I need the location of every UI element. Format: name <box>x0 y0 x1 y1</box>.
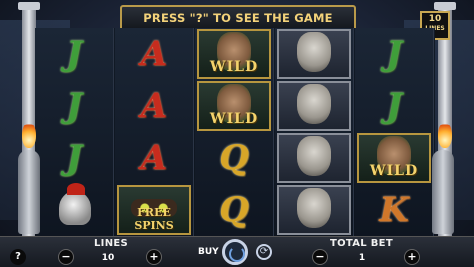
torch-flame-right <box>438 122 452 148</box>
symbol-a: A <box>117 133 191 183</box>
symbol-letter: K <box>379 190 409 230</box>
statue-face-icon <box>297 84 331 124</box>
lines-minus-button[interactable]: − <box>58 249 74 265</box>
buy-button[interactable]: BUY <box>198 247 219 257</box>
bet-plus-button[interactable]: + <box>404 249 420 265</box>
symbol-j: J <box>357 81 431 131</box>
symbol-statue <box>277 133 351 183</box>
wild-label: WILD <box>209 111 259 127</box>
help-button[interactable]: ? <box>10 249 26 265</box>
wild-label: WILD <box>209 59 259 75</box>
symbol-letter: A <box>140 138 168 178</box>
total-bet-value: 1 <box>358 253 366 263</box>
symbol-medusa-wild: WILD <box>197 29 271 79</box>
total-bet-label: TOTAL BET <box>330 238 393 249</box>
statue-right <box>432 150 454 234</box>
bet-minus-button[interactable]: − <box>312 249 328 265</box>
reel-grid: J J J A A A FREE SPINS WILD WILD Q Q J J WILD K <box>35 28 435 236</box>
autoplay-button[interactable]: ⟳ <box>256 244 272 260</box>
lines-plus-button[interactable]: + <box>146 249 162 265</box>
statue-face-icon <box>297 32 331 72</box>
spin-button[interactable] <box>222 239 248 265</box>
statue-face-icon <box>297 136 331 176</box>
symbol-j: J <box>37 133 111 183</box>
symbol-medusa-wild: WILD <box>197 81 271 131</box>
symbol-letter: A <box>140 86 168 126</box>
torch-flame-left <box>22 122 36 148</box>
lines-value: 10 <box>101 253 115 263</box>
spartan-helmet-icon <box>59 183 91 225</box>
symbol-free-spins: FREE SPINS <box>117 185 191 235</box>
wild-label: WILD <box>369 163 419 179</box>
symbol-a: A <box>117 81 191 131</box>
symbol-k: K <box>357 185 431 235</box>
symbol-q: Q <box>197 133 271 183</box>
reel-3: WILD WILD Q Q <box>195 28 274 236</box>
symbol-j: J <box>37 81 111 131</box>
symbol-letter: Q <box>219 138 249 178</box>
symbol-letter: J <box>65 138 83 178</box>
lines-badge-number: 10 <box>428 14 442 24</box>
reel-5: J J WILD K <box>355 28 434 236</box>
reel-1: JJJ <box>35 28 114 236</box>
symbol-j: J <box>357 29 431 79</box>
symbol-j: J <box>37 29 111 79</box>
symbol-helmet <box>37 183 111 235</box>
statue-face-icon <box>297 188 331 228</box>
symbol-statue <box>277 185 351 235</box>
statue-left <box>18 150 40 234</box>
symbol-letter: J <box>65 34 83 74</box>
symbol-a: A <box>117 29 191 79</box>
symbol-statue <box>277 81 351 131</box>
symbol-letter: A <box>140 34 168 74</box>
reel-4 <box>275 28 354 236</box>
symbol-letter: J <box>65 86 83 126</box>
symbol-q: Q <box>197 185 271 235</box>
symbol-letter: J <box>385 86 403 126</box>
symbol-statue <box>277 29 351 79</box>
symbol-medusa-wild: WILD <box>357 133 431 183</box>
lines-label: LINES <box>94 238 128 249</box>
symbol-letter: Q <box>219 190 249 230</box>
symbol-letter: J <box>385 34 403 74</box>
free-spins-label: FREE SPINS <box>134 206 174 232</box>
reel-2: A A A FREE SPINS <box>115 28 194 236</box>
